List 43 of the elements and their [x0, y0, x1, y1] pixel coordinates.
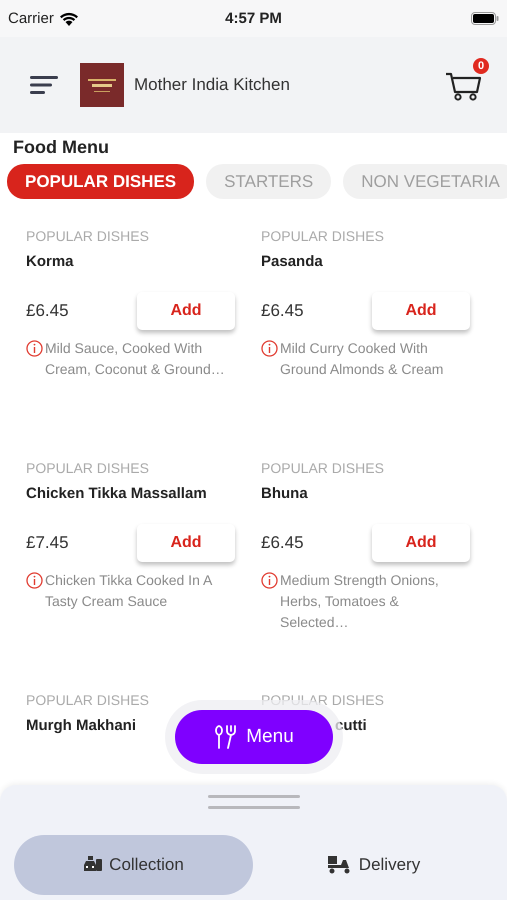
category-tab[interactable]: POPULAR DISHES [7, 164, 194, 199]
dish-description: Mild Curry Cooked With Ground Almonds & Cream [280, 339, 444, 379]
cutlery-icon [214, 725, 236, 749]
dish-price: £6.45 [261, 533, 304, 553]
info-icon [261, 572, 278, 589]
dish-price: £6.45 [26, 301, 69, 321]
dish-name: Bhuna [261, 485, 308, 502]
add-button[interactable]: Add [372, 524, 470, 562]
wifi-icon [58, 12, 79, 26]
dish-price: £7.45 [26, 533, 69, 553]
dish-description: Mild Sauce, Cooked With Cream, Coconut & Ground… [45, 339, 226, 379]
dish-name: cutti [335, 717, 367, 734]
add-button[interactable]: Add [137, 292, 235, 330]
order-mode-tab[interactable]: Delivery [254, 835, 493, 895]
dish-name: Murgh Makhani [26, 717, 136, 734]
dish-category: POPULAR DISHES [261, 228, 385, 244]
section-title: Food Menu [12, 136, 110, 158]
dish-name: Chicken Tikka Massallam [26, 485, 207, 502]
dish-category: POPULAR DISHES [26, 692, 150, 708]
info-icon [261, 340, 278, 357]
restaurant-name: Mother India Kitchen [134, 75, 290, 95]
dish-description: Chicken Tikka Cooked In A Tasty Cream Sauce [45, 571, 214, 611]
dish-description: Medium Strength Onions, Herbs, Tomatoes & Selected… [280, 571, 440, 632]
dish-category: POPULAR DISHES [261, 692, 385, 708]
menu-button[interactable]: Menu [175, 710, 333, 764]
restaurant-logo [80, 63, 124, 107]
order-mode-tab[interactable]: Collection [14, 835, 253, 895]
carrier-name: Carrier [8, 10, 54, 27]
info-icon [26, 572, 43, 589]
dish-name: Korma [26, 253, 74, 270]
cart-badge: 0 [473, 58, 489, 74]
battery-icon [471, 12, 499, 25]
drag-handle[interactable] [208, 795, 300, 809]
add-button[interactable]: Add [372, 292, 470, 330]
status-time: 4:57 PM [225, 10, 282, 27]
dish-category: POPULAR DISHES [26, 228, 150, 244]
dish-category: POPULAR DISHES [26, 460, 150, 476]
dish-name: Pasanda [261, 253, 323, 270]
menu-icon[interactable] [30, 75, 58, 95]
dish-price: £6.45 [261, 301, 304, 321]
info-icon [26, 340, 43, 357]
dish-category: POPULAR DISHES [261, 460, 385, 476]
add-button[interactable]: Add [137, 524, 235, 562]
